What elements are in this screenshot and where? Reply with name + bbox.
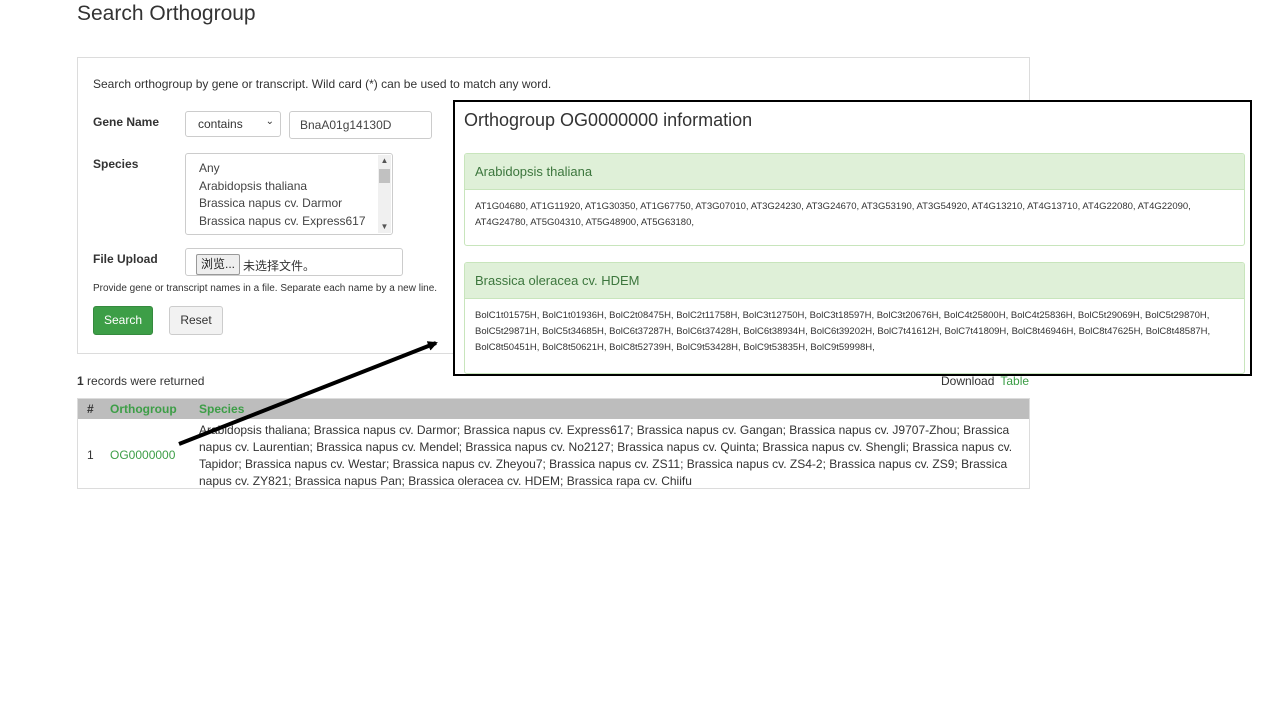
gene-list: AT1G04680, AT1G11920, AT1G30350, AT1G677… — [475, 201, 1191, 228]
gene-name-input[interactable]: BnaA01g14130D — [289, 111, 432, 139]
row-index: 1 — [87, 448, 94, 462]
species-option[interactable]: Brassica napus cv. Express617 — [186, 213, 392, 231]
download-area: Download Table — [941, 374, 1029, 388]
download-label: Download — [941, 374, 995, 388]
popup-title: Orthogroup OG0000000 information — [464, 110, 753, 130]
search-button[interactable]: Search — [93, 306, 153, 335]
species-card-heading: Arabidopsis thaliana — [465, 154, 1244, 190]
species-card-arabidopsis: Arabidopsis thaliana AT1G04680, AT1G1192… — [464, 153, 1245, 246]
match-mode-value: contains — [198, 117, 243, 131]
species-option[interactable]: Any — [186, 160, 392, 178]
chevron-down-icon: ⌄ — [265, 116, 274, 127]
file-upload-field: 浏览... 未选择文件。 — [185, 248, 403, 276]
species-option[interactable]: Arabidopsis thaliana — [186, 178, 392, 196]
browse-button[interactable]: 浏览... — [196, 254, 241, 275]
row-species: Arabidopsis thaliana; Brassica napus cv.… — [199, 423, 1013, 488]
scroll-down-icon[interactable]: ▼ — [378, 221, 391, 233]
records-count: 1 records were returned — [77, 374, 204, 388]
gene-name-label: Gene Name — [93, 115, 160, 129]
column-header-species[interactable]: Species — [199, 402, 244, 416]
orthogroup-link[interactable]: OG0000000 — [110, 448, 175, 462]
species-label: Species — [93, 157, 139, 171]
gene-list: BolC1t01575H, BolC1t01936H, BolC2t08475H… — [475, 310, 1211, 353]
file-upload-label: File Upload — [93, 252, 158, 266]
orthogroup-info-popup: Orthogroup OG0000000 information Arabido… — [453, 100, 1252, 376]
column-header-orthogroup[interactable]: Orthogroup — [110, 402, 177, 416]
species-scrollbar[interactable]: ▲ ▼ — [378, 155, 391, 233]
match-mode-select[interactable]: contains ⌄ — [185, 111, 281, 137]
file-help-text: Provide gene or transcript names in a fi… — [93, 283, 438, 294]
results-table: # Orthogroup Species 1 OG0000000 Arabido… — [77, 398, 1030, 489]
species-listbox[interactable]: Any Arabidopsis thaliana Brassica napus … — [185, 153, 393, 235]
species-card-heading: Brassica oleracea cv. HDEM — [465, 263, 1244, 299]
column-header-index: # — [87, 402, 94, 416]
reset-button[interactable]: Reset — [169, 306, 223, 335]
table-header: # Orthogroup Species — [78, 399, 1029, 419]
species-card-oleracea: Brassica oleracea cv. HDEM BolC1t01575H,… — [464, 262, 1245, 374]
file-status: 未选择文件。 — [243, 259, 316, 273]
records-count-text: records were returned — [87, 374, 205, 388]
scroll-up-icon[interactable]: ▲ — [378, 155, 391, 167]
species-option[interactable]: Brassica napus cv. Darmor — [186, 195, 392, 213]
scroll-thumb[interactable] — [379, 169, 390, 183]
records-count-number: 1 — [77, 374, 84, 388]
page-title: Search Orthogroup — [77, 2, 256, 25]
search-intro: Search orthogroup by gene or transcript.… — [93, 77, 552, 91]
download-table-link[interactable]: Table — [1000, 374, 1029, 388]
